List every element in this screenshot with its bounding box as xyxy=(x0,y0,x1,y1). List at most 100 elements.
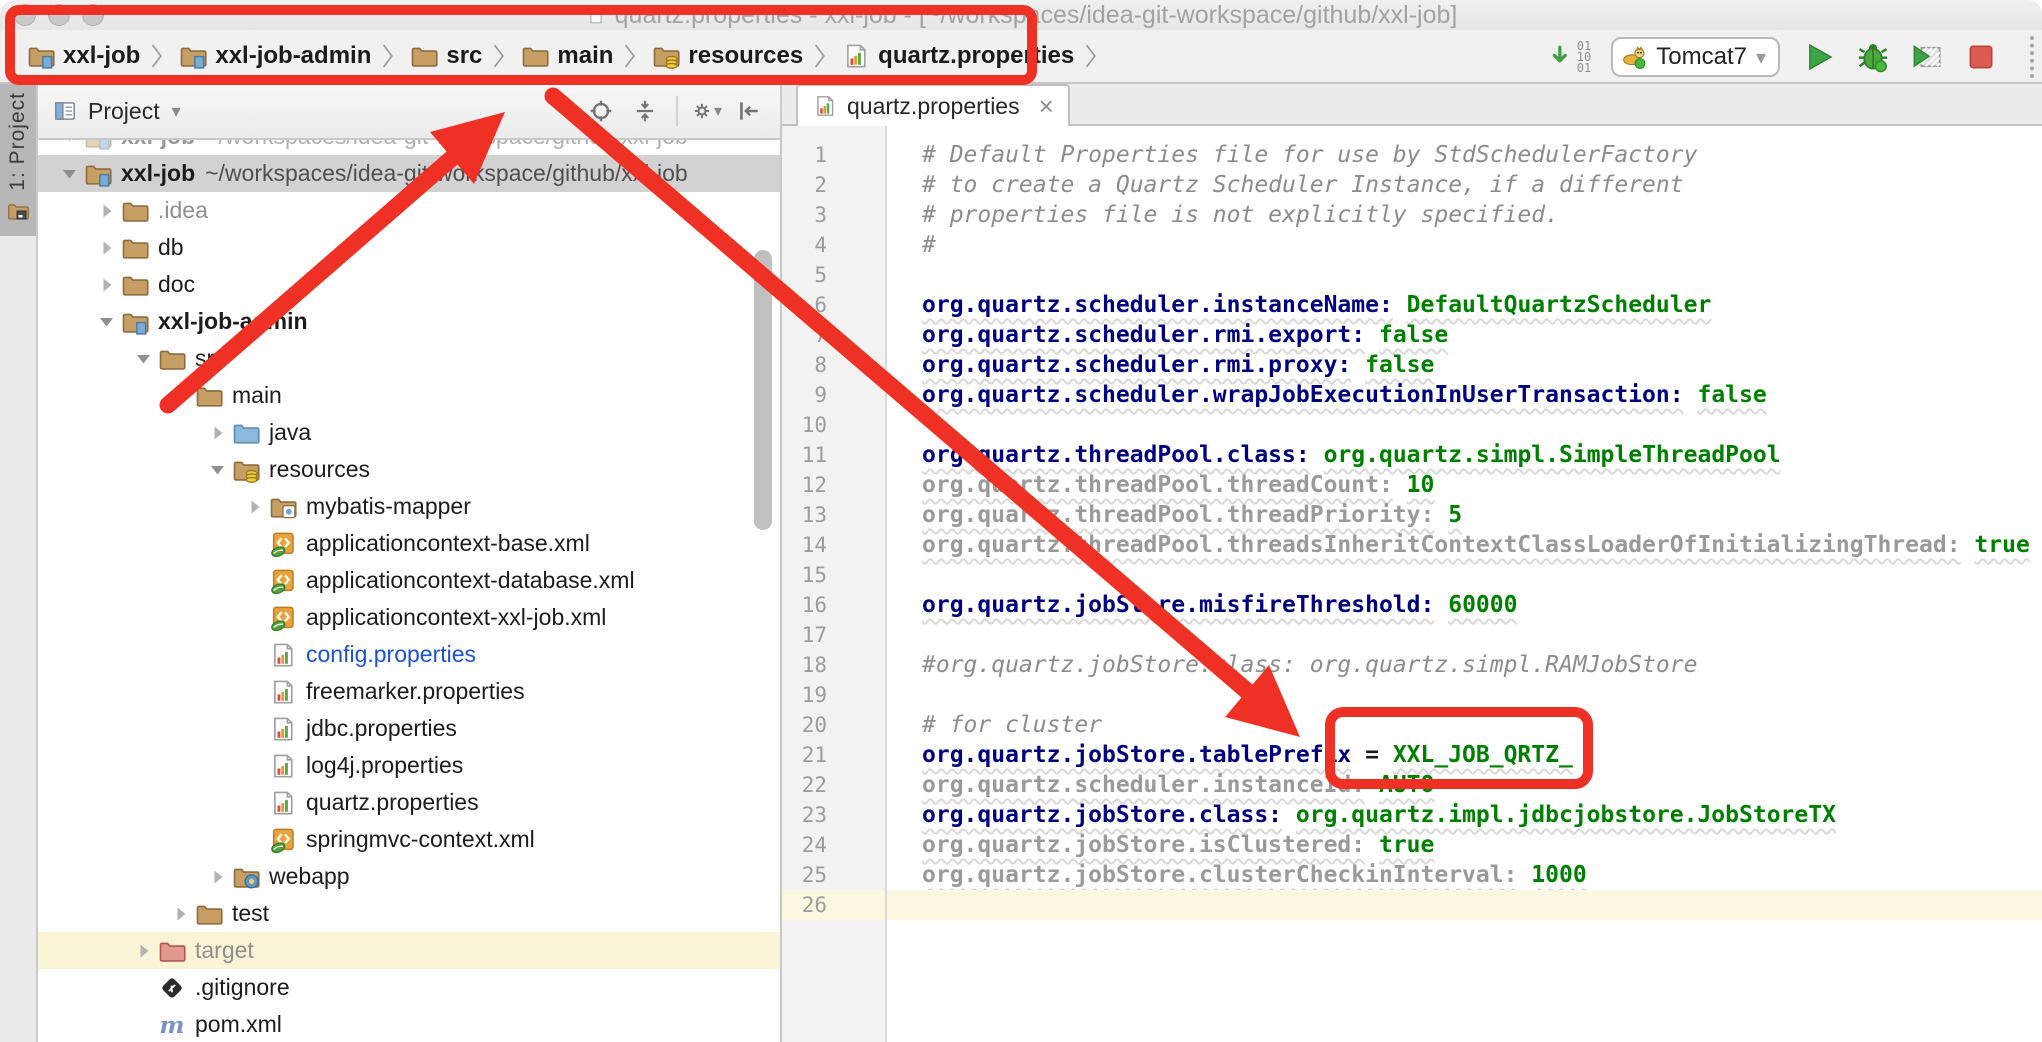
tree-row[interactable]: main xyxy=(38,377,780,414)
collapse-all-icon[interactable] xyxy=(632,96,662,126)
chevron-down-icon[interactable]: ▾ xyxy=(172,101,181,122)
chevron-collapsed-icon[interactable] xyxy=(93,236,120,260)
editor-content[interactable]: 1# Default Properties file for use by St… xyxy=(782,126,2042,1042)
tree-row[interactable]: applicationcontext-database.xml xyxy=(38,562,780,599)
tree-row[interactable]: java xyxy=(38,414,780,451)
tree-row[interactable]: .gitignore xyxy=(38,969,780,1006)
titlebar: quartz.properties - xxl-job - [~/workspa… xyxy=(0,0,2042,30)
chevron-collapsed-icon[interactable] xyxy=(204,421,231,445)
tree-row-label: log4j.properties xyxy=(306,752,463,779)
locate-icon[interactable] xyxy=(588,96,618,126)
chevron-right-icon xyxy=(148,41,170,71)
binary-digits-label: 011001 xyxy=(1577,41,1591,74)
run-button[interactable] xyxy=(1800,38,1838,76)
tree-row[interactable]: xxl-job-admin xyxy=(38,303,780,340)
chevron-collapsed-icon[interactable] xyxy=(241,495,268,519)
breadcrumb-item[interactable]: xxl-job xyxy=(26,41,140,71)
breadcrumb-item[interactable]: resources xyxy=(651,41,803,71)
line-number: 26 xyxy=(782,890,887,920)
breadcrumb-item[interactable]: quartz.properties xyxy=(841,41,1074,71)
chevron-expanded-icon[interactable] xyxy=(167,384,194,408)
tab-close-icon[interactable]: × xyxy=(1039,96,1054,116)
chevron-collapsed-icon[interactable] xyxy=(204,865,231,889)
breadcrumb-item[interactable]: main xyxy=(520,41,613,71)
tree-row[interactable]: test xyxy=(38,895,780,932)
project-tool-window-button[interactable]: 1: Project xyxy=(0,84,36,236)
chevron-expanded-icon[interactable] xyxy=(204,458,231,482)
tree-row[interactable]: .idea xyxy=(38,192,780,229)
tree-row[interactable]: db xyxy=(38,229,780,266)
code-text xyxy=(887,890,922,920)
code-segment: org.quartz.threadPool.class: xyxy=(922,442,1310,468)
code-segment: 10 xyxy=(1407,472,1435,498)
tree-row[interactable]: target xyxy=(38,932,780,969)
tree-row-label: src xyxy=(195,345,226,372)
tree-row[interactable]: resources xyxy=(38,451,780,488)
line-number: 1 xyxy=(782,140,887,170)
project-tree[interactable]: xxl-job ~/workspaces/idea-git-workspace/… xyxy=(38,140,780,1042)
code-line: 5 xyxy=(782,260,2042,290)
tree-row-label: jdbc.properties xyxy=(306,715,457,742)
chevron-expanded-icon[interactable] xyxy=(56,162,83,186)
tree-row[interactable]: doc xyxy=(38,266,780,303)
code-line: 14org.quartz.threadPool.threadsInheritCo… xyxy=(782,530,2042,560)
window-title-area: quartz.properties - xxl-job - [~/workspa… xyxy=(0,0,2042,30)
chevron-expanded-icon[interactable] xyxy=(93,310,120,334)
chevron-collapsed-icon[interactable] xyxy=(93,273,120,297)
tree-row[interactable]: log4j.properties xyxy=(38,747,780,784)
settings-gear-icon[interactable]: ▾ xyxy=(692,96,722,126)
code-segment xyxy=(1434,502,1448,528)
tree-row[interactable]: quartz.properties xyxy=(38,784,780,821)
debug-button[interactable] xyxy=(1854,38,1892,76)
tree-row[interactable]: applicationcontext-base.xml xyxy=(38,525,780,562)
tree-row-label: .idea xyxy=(158,197,208,224)
tree-row[interactable]: mpom.xml xyxy=(38,1006,780,1042)
spring-file-icon xyxy=(268,603,298,633)
code-segment: org.quartz.jobStore.clusterCheckinInterv… xyxy=(922,862,1517,888)
chevron-spacer xyxy=(241,680,268,704)
tree-row[interactable]: webapp xyxy=(38,858,780,895)
hide-icon xyxy=(736,98,762,124)
tree-row-label: xxl-job-admin xyxy=(158,308,308,335)
hide-panel-icon[interactable] xyxy=(736,96,766,126)
tree-row-label: applicationcontext-database.xml xyxy=(306,567,635,594)
folder-icon xyxy=(157,344,187,374)
tree-row-label: webapp xyxy=(269,863,350,890)
tree-row[interactable]: config.properties xyxy=(38,636,780,673)
code-line: 21org.quartz.jobStore.tablePrefix = XXL_… xyxy=(782,740,2042,770)
tree-row-label: springmvc-context.xml xyxy=(306,826,535,853)
stop-button[interactable] xyxy=(1962,38,2000,76)
code-segment: false xyxy=(1697,382,1766,408)
tree-row[interactable]: xxl-job ~/workspaces/idea-git-workspace/… xyxy=(38,155,780,192)
properties-file-icon xyxy=(268,788,298,818)
tree-row-label: mybatis-mapper xyxy=(306,493,471,520)
run-with-coverage-button[interactable] xyxy=(1908,38,1946,76)
tree-row[interactable]: src xyxy=(38,340,780,377)
breadcrumb-item[interactable]: src xyxy=(409,41,482,71)
chevron-collapsed-icon[interactable] xyxy=(93,199,120,223)
project-header-actions: ▾ xyxy=(574,96,766,126)
project-tree-scrollbar[interactable] xyxy=(754,250,772,530)
line-number: 24 xyxy=(782,830,887,860)
folder-icon xyxy=(194,381,224,411)
tree-row[interactable]: springmvc-context.xml xyxy=(38,821,780,858)
code-text: # Default Properties file for use by Std… xyxy=(887,140,1697,170)
chevron-collapsed-icon[interactable] xyxy=(130,939,157,963)
line-number: 3 xyxy=(782,200,887,230)
gear-icon xyxy=(692,98,712,124)
tree-row-label: db xyxy=(158,234,184,261)
chevron-collapsed-icon[interactable] xyxy=(167,902,194,926)
code-segment xyxy=(1961,532,1975,558)
tree-row[interactable]: applicationcontext-xxl-job.xml xyxy=(38,599,780,636)
tree-row[interactable]: jdbc.properties xyxy=(38,710,780,747)
run-configuration-select[interactable]: Tomcat7 ▾ xyxy=(1611,37,1780,77)
update-available-button[interactable]: 011001 xyxy=(1549,41,1591,74)
line-number: 14 xyxy=(782,530,887,560)
tree-row[interactable]: freemarker.properties xyxy=(38,673,780,710)
chevron-expanded-icon[interactable] xyxy=(130,347,157,371)
project-panel-header: Project ▾ ▾ xyxy=(38,84,780,140)
breadcrumb-item[interactable]: xxl-job-admin xyxy=(178,41,371,71)
tab-quartz-properties[interactable]: quartz.properties × xyxy=(796,84,1070,126)
main-area: 1: Project Project ▾ ▾ xxl-job ~/workspa xyxy=(0,84,2042,1042)
tree-row[interactable]: mybatis-mapper xyxy=(38,488,780,525)
